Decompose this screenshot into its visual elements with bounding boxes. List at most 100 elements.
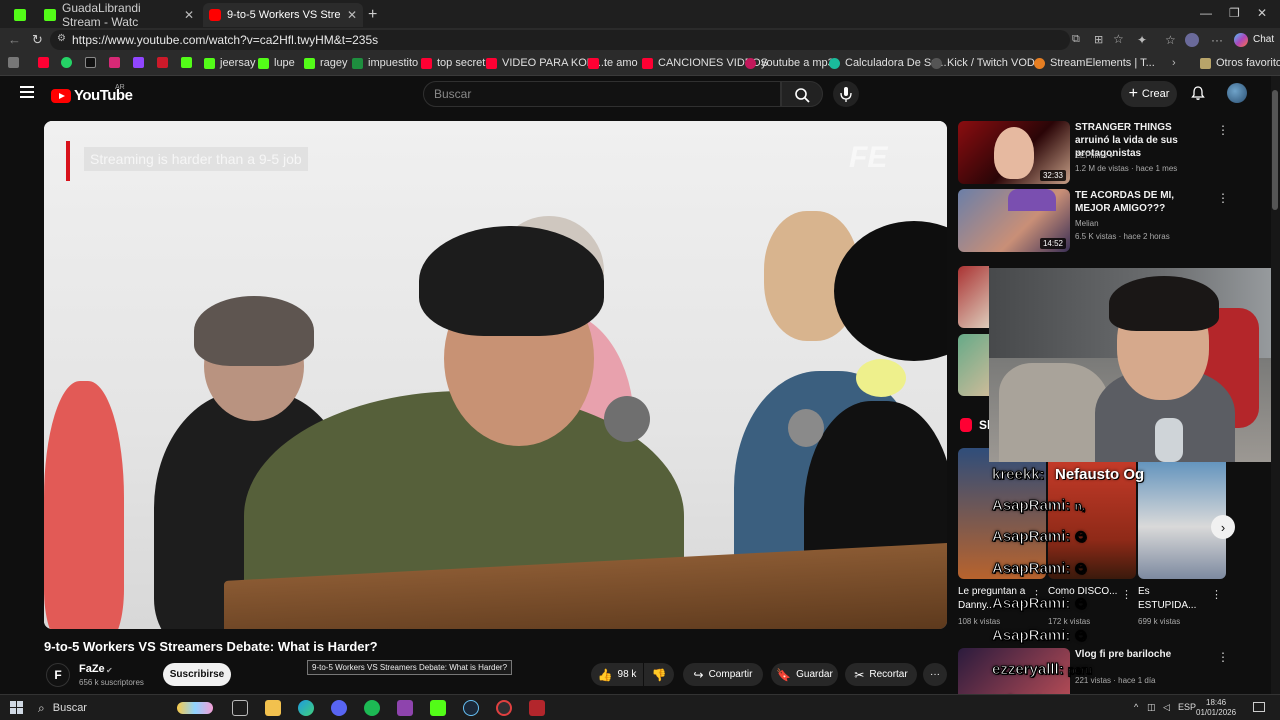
tab-youtube-active[interactable]: 9-to-5 Workers VS Streamers Deba ✕ xyxy=(203,3,363,27)
kick-icon[interactable] xyxy=(430,700,446,716)
subscribe-button[interactable]: Suscribirse xyxy=(163,663,231,686)
restore-icon[interactable]: ❐ xyxy=(1229,6,1240,20)
recommendation-thumbnail[interactable] xyxy=(958,266,989,328)
edge-icon[interactable] xyxy=(298,700,314,716)
taskbar-search[interactable]: ⌕ Buscar xyxy=(32,698,217,718)
save-button[interactable]: 🔖 Guardar xyxy=(771,663,838,686)
notifications-icon[interactable] xyxy=(1253,702,1265,712)
search-button[interactable] xyxy=(781,81,823,107)
bookmark-jeersay[interactable]: jeersay xyxy=(204,57,255,69)
channel-avatar[interactable]: F xyxy=(46,663,70,687)
bookmark-item[interactable] xyxy=(85,57,101,68)
recommendation-item[interactable]: 14:52 TE ACORDAS DE MI, MEJOR AMIGO??? M… xyxy=(958,189,1229,255)
bookmark-te-amo[interactable]: te amo xyxy=(588,57,638,69)
bookmark-streamelements[interactable]: StreamElements | T... xyxy=(1034,57,1155,69)
site-info-icon[interactable]: ⚙ xyxy=(57,33,66,44)
bookmark-top-secret[interactable]: top secret xyxy=(421,57,485,69)
reload-icon[interactable]: ↻ xyxy=(32,32,43,48)
recommendation-thumbnail[interactable]: 14:52 xyxy=(958,189,1070,252)
chat-button[interactable]: Chat xyxy=(1253,34,1274,45)
bookmark-item[interactable] xyxy=(8,57,24,68)
more-vert-icon[interactable]: ⋮ xyxy=(1217,191,1229,205)
bookmark-ragey[interactable]: ragey xyxy=(304,57,348,69)
system-clock[interactable]: 18:46 01/01/2026 xyxy=(1196,698,1236,718)
profile-avatar-icon[interactable] xyxy=(1185,33,1199,47)
tab-kick-pinned[interactable] xyxy=(14,3,38,27)
more-vert-icon[interactable]: ⋮ xyxy=(1217,123,1229,137)
search-box[interactable] xyxy=(423,81,781,107)
chat-message: AsapRami: 😋 xyxy=(991,595,1087,613)
clip-button[interactable]: ✂ Recortar xyxy=(845,663,917,686)
bookmark-impuestito[interactable]: impuestito xyxy=(352,57,418,69)
bookmark-lupe[interactable]: lupe xyxy=(258,57,295,69)
bookmark-item[interactable] xyxy=(133,57,149,68)
volume-icon[interactable]: ◁ xyxy=(1163,702,1170,713)
account-avatar[interactable] xyxy=(1227,83,1247,103)
recommendation-thumbnail[interactable] xyxy=(958,334,989,396)
task-view-icon[interactable] xyxy=(232,700,248,716)
chevron-right-icon[interactable]: › xyxy=(1172,57,1176,69)
bookmark-item[interactable] xyxy=(157,57,173,68)
close-window-icon[interactable]: ✕ xyxy=(1257,6,1267,20)
close-tab-icon[interactable]: ✕ xyxy=(341,8,363,22)
language-indicator[interactable]: ESP xyxy=(1178,702,1196,712)
hamburger-menu-icon[interactable] xyxy=(20,86,34,98)
bookmark-item[interactable] xyxy=(61,57,77,68)
windows-start-icon[interactable] xyxy=(10,701,23,714)
like-button[interactable]: 👍 98 k xyxy=(591,663,643,686)
scrollbar-thumb[interactable] xyxy=(1272,90,1278,210)
recommendation-thumbnail[interactable]: 32:33 xyxy=(958,121,1070,184)
caption-accent xyxy=(66,141,70,181)
more-actions-button[interactable]: ··· xyxy=(923,663,947,686)
url-field[interactable]: ⚙ https://www.youtube.com/watch?v=ca2Hfl… xyxy=(50,30,1124,50)
video-player[interactable]: Streaming is harder than a 9-5 job FE xyxy=(44,121,947,629)
bookmark-kick-twitch-vod[interactable]: Kick / Twitch VOD... xyxy=(931,57,1044,69)
app-icon[interactable] xyxy=(529,700,545,716)
tab-guadalibrandi[interactable]: GuadaLibrandi Stream - Watc ✕ xyxy=(44,1,200,29)
copilot-icon[interactable] xyxy=(1234,33,1248,47)
channel-name[interactable]: FaZe xyxy=(79,663,105,675)
recommendation-channel[interactable]: Melian xyxy=(1075,219,1099,228)
voice-search-button[interactable] xyxy=(833,81,859,107)
bookmark-item[interactable] xyxy=(38,57,54,68)
app-icon[interactable] xyxy=(397,700,413,716)
close-tab-icon[interactable]: ✕ xyxy=(178,8,200,22)
recommendation-item[interactable]: 32:33 STRANGER THINGS arruinó la vida de… xyxy=(958,121,1229,187)
spotify-icon[interactable] xyxy=(364,700,380,716)
obs-icon[interactable] xyxy=(496,700,512,716)
back-icon[interactable]: ← xyxy=(8,32,21,47)
create-button[interactable]: + Crear xyxy=(1121,81,1177,107)
reader-icon[interactable]: ⧉ xyxy=(1072,33,1080,46)
minimize-icon[interactable]: — xyxy=(1200,6,1212,20)
search-icon xyxy=(795,88,810,103)
discord-icon[interactable] xyxy=(331,700,347,716)
network-icon[interactable]: ◫ xyxy=(1147,702,1156,713)
favorites-icon[interactable]: ☆ xyxy=(1165,33,1176,47)
extensions-icon[interactable]: ✦ xyxy=(1137,33,1147,47)
bookmark-youtube-mp3[interactable]: youtube a mp3 xyxy=(745,57,834,69)
recommendation-title[interactable]: TE ACORDAS DE MI, MEJOR AMIGO??? xyxy=(1075,189,1205,215)
tray-chevron-icon[interactable]: ^ xyxy=(1134,702,1138,712)
bookmark-item[interactable] xyxy=(181,57,197,68)
bookmark-item[interactable] xyxy=(109,57,125,68)
share-button[interactable]: ↪ Compartir xyxy=(683,663,763,686)
thumbnail-cap xyxy=(1008,189,1056,211)
verified-badge-icon: ✔ xyxy=(106,666,113,675)
steam-icon[interactable] xyxy=(463,700,479,716)
microphone-icon xyxy=(840,87,852,102)
video-microphone xyxy=(788,409,824,447)
search-input[interactable] xyxy=(434,87,764,101)
notifications-bell-icon[interactable] xyxy=(1190,85,1206,101)
new-tab-button[interactable]: + xyxy=(368,3,388,27)
dislike-button[interactable]: 👎 xyxy=(644,663,674,686)
bookmark-other-favorites[interactable]: Otros favoritos xyxy=(1200,57,1280,69)
file-explorer-icon[interactable] xyxy=(265,700,281,716)
bookmark-label: te amo xyxy=(604,57,638,69)
recommendation-channel[interactable]: ZEPfilms ✔ xyxy=(1075,151,1115,160)
bookmark-label: impuestito xyxy=(368,57,419,69)
more-options-icon[interactable]: ··· xyxy=(1211,33,1223,47)
bookmark-label: StreamElements | T... xyxy=(1050,57,1155,69)
favorite-star-icon[interactable]: ☆ xyxy=(1113,32,1124,46)
bookmark-calculadora[interactable]: Calculadora De Su... xyxy=(829,57,947,69)
apps-icon[interactable]: ⊞ xyxy=(1094,33,1103,46)
